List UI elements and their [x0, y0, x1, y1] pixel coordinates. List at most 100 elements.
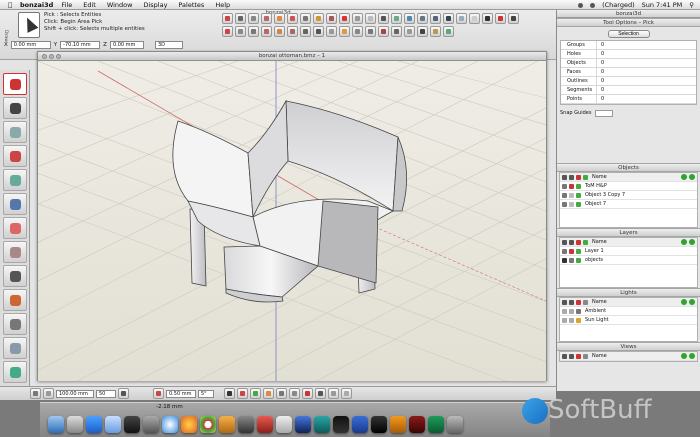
photos-icon[interactable] — [257, 416, 273, 433]
visibility-icon[interactable] — [562, 183, 567, 189]
material-icon[interactable] — [287, 26, 298, 37]
apple-icon[interactable]:  — [6, 1, 14, 9]
remove-view-icon[interactable] — [689, 353, 695, 359]
lock-icon[interactable] — [569, 299, 574, 305]
app-icon[interactable] — [352, 416, 368, 433]
select-icon[interactable] — [222, 13, 233, 24]
close-button[interactable] — [42, 54, 47, 59]
system-preferences-icon[interactable] — [67, 416, 83, 433]
volume-icon[interactable] — [590, 2, 596, 8]
lock-icon[interactable] — [569, 201, 574, 207]
camera-icon[interactable] — [300, 26, 311, 37]
light-icon[interactable] — [469, 13, 480, 24]
note-icon[interactable] — [430, 26, 441, 37]
list-item[interactable]: objects — [560, 256, 697, 265]
list-item[interactable]: ToM H&P — [560, 182, 697, 191]
activity-monitor-icon[interactable] — [143, 416, 159, 433]
list-item[interactable]: Sun Light — [560, 316, 697, 325]
wifi-icon[interactable] — [578, 2, 584, 8]
solid-icon[interactable] — [261, 26, 272, 37]
lock-icon[interactable] — [569, 183, 574, 189]
menu-edit[interactable]: Edit — [83, 1, 96, 9]
views-header[interactable]: Views — [557, 342, 700, 351]
menu-window[interactable]: Window — [107, 1, 133, 9]
eye-icon[interactable] — [562, 174, 567, 180]
pencil-icon[interactable] — [495, 13, 506, 24]
measure-icon[interactable] — [391, 26, 402, 37]
add-object-icon[interactable] — [681, 174, 687, 180]
copy-icon[interactable] — [287, 13, 298, 24]
arduino-icon[interactable] — [314, 416, 330, 433]
minimize-button[interactable] — [49, 54, 54, 59]
hide-icon[interactable] — [352, 13, 363, 24]
battery-status[interactable]: (Charged) — [602, 1, 635, 9]
menu-display[interactable]: Display — [143, 1, 167, 9]
ungroup-icon[interactable] — [326, 13, 337, 24]
zoom-fit-icon[interactable] — [326, 26, 337, 37]
pen-icon[interactable] — [482, 13, 493, 24]
move-icon[interactable] — [235, 13, 246, 24]
objects-header[interactable]: Objects — [557, 163, 700, 172]
pan-icon[interactable] — [339, 26, 350, 37]
walk-icon[interactable] — [365, 26, 376, 37]
z-field[interactable]: 0.00 mm — [109, 40, 144, 49]
type-icon[interactable] — [583, 239, 588, 245]
list-item[interactable]: Ambient — [560, 307, 697, 316]
zoom-icon[interactable] — [313, 26, 324, 37]
remove-light-icon[interactable] — [689, 299, 695, 305]
finder-icon[interactable] — [48, 416, 64, 433]
list-item[interactable]: Layer 1 — [560, 247, 697, 256]
curve-tool-button[interactable] — [3, 313, 27, 335]
fillet-tool-button[interactable] — [3, 241, 27, 263]
deform-tool-button[interactable] — [3, 265, 27, 287]
add-view-icon[interactable] — [681, 353, 687, 359]
menu-help[interactable]: Help — [215, 1, 230, 9]
view-front-icon[interactable] — [417, 13, 428, 24]
pick-tool-icon[interactable] — [18, 12, 40, 38]
snap-perp-icon[interactable] — [315, 388, 326, 399]
snap-point-icon[interactable] — [237, 388, 248, 399]
extrude-tool-button[interactable] — [3, 145, 27, 167]
ortho-icon[interactable] — [235, 26, 246, 37]
lock-icon[interactable] — [569, 317, 574, 323]
menu-file[interactable]: File — [61, 1, 72, 9]
group-icon[interactable] — [313, 13, 324, 24]
name-column-header[interactable]: Name — [592, 353, 607, 359]
chrome-icon[interactable] — [200, 416, 216, 433]
eye-icon[interactable] — [562, 353, 567, 359]
3d-viewport[interactable] — [38, 61, 546, 381]
wire-icon[interactable] — [248, 26, 259, 37]
visibility-icon[interactable] — [562, 192, 567, 198]
pick-tool-button[interactable] — [3, 73, 27, 95]
snap-intersect-icon[interactable] — [328, 388, 339, 399]
grid-spacing-icon[interactable] — [43, 388, 54, 399]
delete-icon[interactable] — [339, 13, 350, 24]
snap-icon[interactable] — [404, 13, 415, 24]
bonzai3d-dock-icon[interactable] — [295, 416, 311, 433]
snap-tangent-icon[interactable] — [302, 388, 313, 399]
array-icon[interactable] — [300, 13, 311, 24]
grid-toggle-icon[interactable] — [118, 388, 129, 399]
nudge-distance-field[interactable]: 0.50 mm — [166, 389, 196, 398]
boolean-tool-button[interactable] — [3, 217, 27, 239]
tool-options-header[interactable]: Tool Options – Pick — [557, 18, 700, 27]
section-icon[interactable] — [378, 26, 389, 37]
lock-icon[interactable] — [569, 308, 574, 314]
snap-grid-icon[interactable] — [30, 388, 41, 399]
remove-layer-icon[interactable] — [689, 239, 695, 245]
menu-palettes[interactable]: Palettes — [178, 1, 204, 9]
render-icon[interactable] — [456, 13, 467, 24]
calendar-icon[interactable] — [276, 416, 292, 433]
visibility-icon[interactable] — [562, 201, 567, 207]
p-app-icon[interactable] — [333, 416, 349, 433]
vlc-icon[interactable] — [219, 416, 235, 433]
lock-icon[interactable] — [569, 257, 574, 263]
lock-icon[interactable] — [569, 174, 574, 180]
texture-icon[interactable] — [274, 26, 285, 37]
view-type-icon[interactable] — [583, 353, 588, 359]
terminal-icon[interactable] — [124, 416, 140, 433]
eye-icon[interactable] — [562, 299, 567, 305]
safari-icon[interactable] — [162, 416, 178, 433]
grid-size-field[interactable]: 100.00 mm — [56, 389, 94, 398]
skype-icon[interactable] — [238, 416, 254, 433]
